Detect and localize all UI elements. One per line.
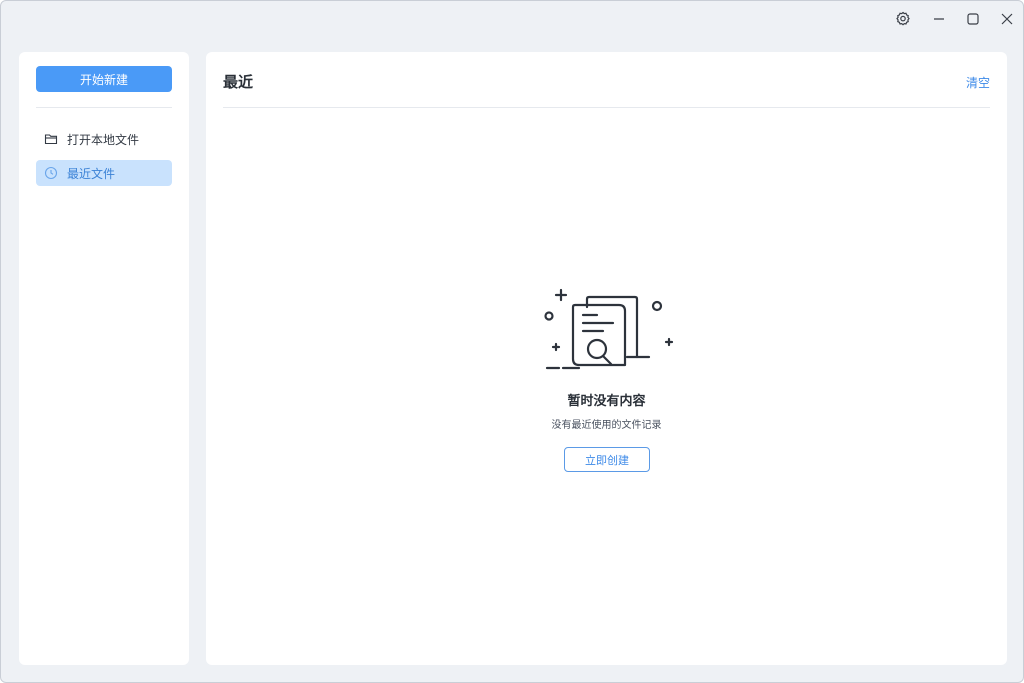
page-title: 最近 xyxy=(223,73,254,91)
settings-icon[interactable] xyxy=(891,7,915,31)
clear-button[interactable]: 清空 xyxy=(966,74,990,91)
new-button[interactable]: 开始新建 xyxy=(36,66,172,92)
sidebar-item-recent[interactable]: 最近文件 xyxy=(36,160,172,186)
folder-icon xyxy=(44,132,58,146)
title-bar xyxy=(1,1,1023,37)
maximize-icon[interactable] xyxy=(961,7,985,31)
sidebar-item-label: 打开本地文件 xyxy=(67,132,140,147)
sidebar-item-open-local[interactable]: 打开本地文件 xyxy=(36,126,172,152)
empty-title: 暂时没有内容 xyxy=(567,394,646,409)
create-now-button[interactable]: 立即创建 xyxy=(564,447,650,472)
document-search-illustration xyxy=(544,288,674,370)
app-window: 开始新建 打开本地文件 最近文件 最近 清空 暂时没有内容 没有最近使用的文件记… xyxy=(0,0,1024,683)
sidebar-item-label: 最近文件 xyxy=(67,166,116,181)
close-icon[interactable] xyxy=(995,7,1019,31)
empty-subtitle: 没有最近使用的文件记录 xyxy=(551,420,662,431)
clock-icon xyxy=(44,166,58,180)
minimize-icon[interactable] xyxy=(927,7,951,31)
main-divider xyxy=(223,107,990,108)
sidebar: 开始新建 打开本地文件 最近文件 xyxy=(19,52,189,665)
sidebar-divider xyxy=(36,107,172,108)
main-panel: 最近 清空 暂时没有内容 没有最近使用的文件记录 立即创建 xyxy=(206,52,1007,665)
